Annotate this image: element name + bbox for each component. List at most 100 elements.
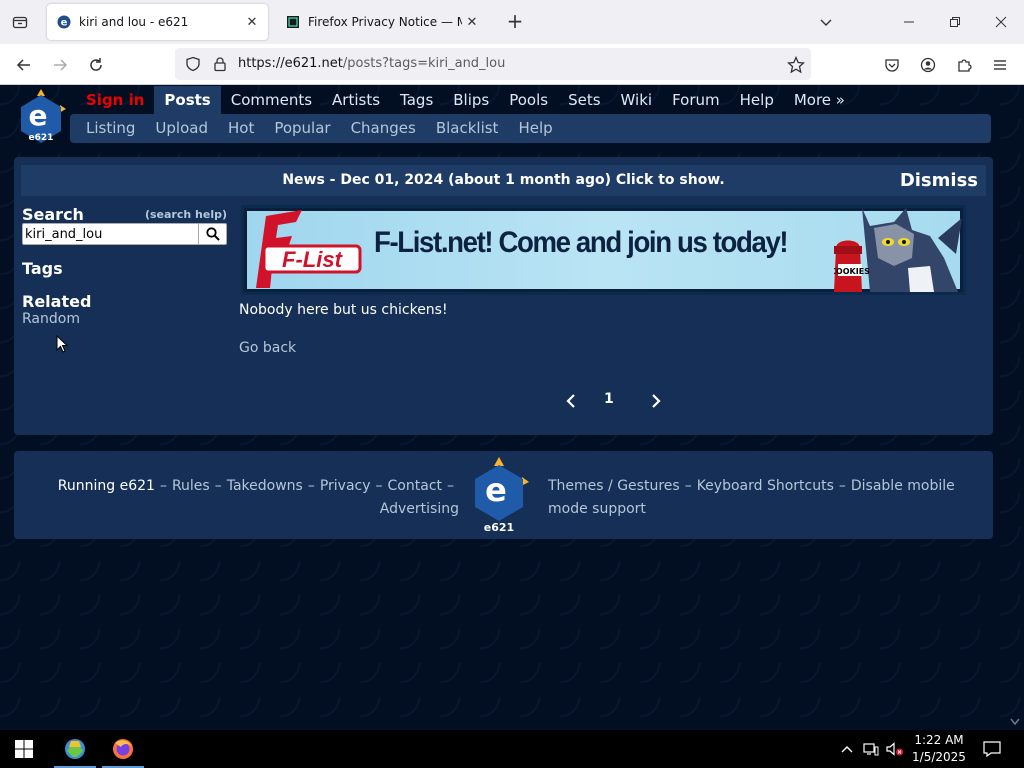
content-panel: News - Dec 01, 2024 (about 1 month ago) … [14, 157, 993, 435]
footer-e621-logo: e e621 [475, 457, 529, 533]
account-icon[interactable] [914, 51, 942, 79]
nav-posts[interactable]: Posts [154, 86, 221, 114]
current-page-number: 1 [604, 391, 614, 407]
lock-icon[interactable] [212, 56, 228, 72]
svg-text:e621: e621 [484, 521, 514, 533]
document-favicon-icon [287, 16, 299, 28]
taskbar-app-explorer[interactable] [54, 730, 96, 768]
subnav-help[interactable]: Help [508, 114, 562, 143]
volume-muted-icon[interactable] [884, 730, 906, 768]
search-icon [205, 227, 220, 241]
go-back-link[interactable]: Go back [239, 340, 296, 356]
new-tab-button[interactable]: + [503, 10, 527, 34]
svg-text:e: e [485, 471, 507, 509]
menu-icon[interactable] [986, 51, 1014, 79]
nav-comments[interactable]: Comments [221, 86, 322, 114]
subnav-popular[interactable]: Popular [264, 114, 340, 143]
close-tab-icon[interactable]: ✕ [242, 12, 262, 32]
site-footer: Running e621– Rules – Takedowns – Privacy – Con… [14, 451, 993, 539]
nav-more[interactable]: More » [784, 86, 855, 114]
nav-help[interactable]: Help [730, 86, 784, 114]
sub-nav: Listing Upload Hot Popular Changes Black… [70, 114, 991, 143]
svg-text:F-List: F-List [282, 247, 344, 272]
news-text[interactable]: News - Dec 01, 2024 (about 1 month ago) … [21, 172, 986, 188]
footer-link-contact[interactable]: Contact [388, 478, 442, 494]
minimize-button[interactable] [886, 0, 932, 44]
pocket-icon[interactable] [878, 51, 906, 79]
flist-logo: F-List [256, 210, 362, 288]
clock-time: 1:22 AM [914, 733, 964, 747]
svg-text:e621: e621 [29, 133, 54, 143]
dismiss-news-button[interactable]: Dismiss [900, 170, 978, 191]
running-e621-text: Running e621 [57, 478, 155, 494]
tray-overflow-chevron-icon[interactable] [838, 730, 856, 768]
search-button[interactable] [199, 223, 227, 245]
svg-text:e: e [61, 18, 68, 29]
nav-artists[interactable]: Artists [322, 86, 390, 114]
subnav-hot[interactable]: Hot [218, 114, 264, 143]
scroll-down-arrow-icon[interactable] [1010, 718, 1020, 726]
subnav-blacklist[interactable]: Blacklist [426, 114, 509, 143]
svg-text:e: e [29, 99, 48, 132]
footer-left-links: Running e621– Rules – Takedowns – Privacy – Con… [57, 478, 459, 517]
footer-right-links: Themes / Gestures – Keyboard Shortcuts – Dis… [548, 478, 955, 517]
search-help-link[interactable]: (search help) [145, 208, 227, 221]
subnav-upload[interactable]: Upload [145, 114, 218, 143]
footer-link-shortcuts[interactable]: Keyboard Shortcuts [697, 478, 834, 494]
back-arrow-icon[interactable] [10, 51, 38, 79]
subnav-listing[interactable]: Listing [76, 114, 145, 143]
tab-title: kiri and lou - e621 [79, 15, 189, 29]
nav-forum[interactable]: Forum [662, 86, 730, 114]
windows-taskbar: 1:22 AM 1/5/2025 [0, 730, 1024, 768]
search-form [22, 223, 227, 245]
nav-tags[interactable]: Tags [390, 86, 443, 114]
random-link[interactable]: Random [22, 311, 80, 327]
forward-arrow-icon[interactable] [46, 51, 74, 79]
footer-link-rules[interactable]: Rules [172, 478, 210, 494]
chevron-right-icon[interactable] [647, 392, 665, 410]
extensions-icon[interactable] [950, 51, 978, 79]
e621-favicon-icon: e [57, 15, 71, 29]
close-tab-icon[interactable]: ✕ [462, 12, 482, 32]
chevron-left-icon[interactable] [562, 392, 580, 410]
close-window-button[interactable] [978, 0, 1024, 44]
firefox-icon [113, 739, 133, 759]
footer-link-themes[interactable]: Themes / Gestures [548, 478, 680, 494]
nav-wiki[interactable]: Wiki [611, 86, 663, 114]
search-input[interactable] [22, 223, 199, 245]
subnav-changes[interactable]: Changes [341, 114, 426, 143]
start-button[interactable] [0, 730, 48, 768]
tab-title: Firefox Privacy Notice — Mozill [308, 15, 462, 29]
tab-e621[interactable]: e kiri and lou - e621 ✕ [47, 4, 268, 40]
taskbar-app-firefox[interactable] [102, 730, 144, 768]
tab-list-icon[interactable] [8, 10, 32, 34]
network-icon[interactable] [860, 730, 882, 768]
url-text[interactable]: https://e621.net/posts?tags=kiri_and_lou [238, 56, 505, 71]
list-all-tabs-icon[interactable] [814, 10, 838, 34]
paginator: 1 [554, 390, 674, 412]
address-bar[interactable]: https://e621.net/posts?tags=kiri_and_lou [175, 48, 811, 80]
footer-link-privacy[interactable]: Privacy [320, 478, 371, 494]
news-bar[interactable]: News - Dec 01, 2024 (about 1 month ago) … [21, 165, 986, 196]
restore-button[interactable] [932, 0, 978, 44]
browser-nav-bar: https://e621.net/posts?tags=kiri_and_lou [0, 44, 1024, 85]
flist-banner-ad[interactable]: F-List F-List.net! Come and join us toda… [241, 205, 966, 295]
browser-tab-strip: e kiri and lou - e621 ✕ Firefox Privacy … [0, 0, 1024, 44]
footer-link-advertising[interactable]: Advertising [380, 501, 459, 517]
footer-link-takedowns[interactable]: Takedowns [227, 478, 303, 494]
nav-sets[interactable]: Sets [558, 86, 610, 114]
e621-logo[interactable]: e e621 [14, 89, 68, 149]
notification-icon[interactable] [978, 730, 1006, 768]
shield-icon[interactable] [185, 56, 201, 72]
bookmark-star-icon[interactable] [782, 51, 810, 79]
tab-firefox-privacy[interactable]: Firefox Privacy Notice — Mozill ✕ [276, 4, 488, 40]
taskbar-clock[interactable]: 1:22 AM 1/5/2025 [908, 732, 970, 766]
nav-sign-in[interactable]: Sign in [76, 86, 154, 114]
reload-icon[interactable] [82, 51, 110, 79]
mouse-cursor-icon [56, 335, 69, 353]
nav-blips[interactable]: Blips [443, 86, 499, 114]
windows-logo-icon [15, 740, 33, 758]
nav-pools[interactable]: Pools [499, 86, 558, 114]
main-nav: Sign in Posts Comments Artists Tags Blip… [76, 86, 855, 114]
tags-heading: Tags [22, 259, 63, 278]
